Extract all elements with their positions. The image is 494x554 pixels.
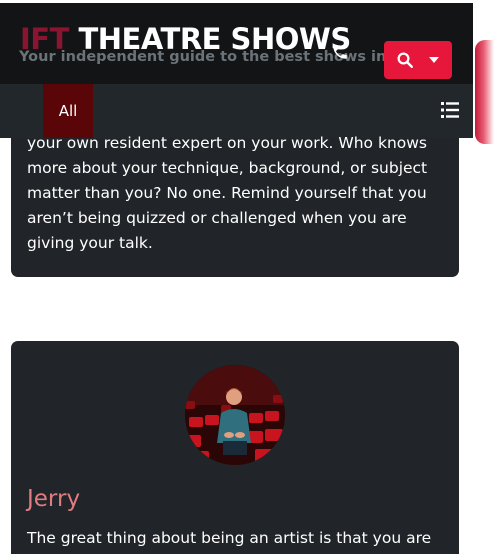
- site-tagline: Your independent guide to the best shows…: [19, 49, 417, 65]
- search-icon: [397, 52, 413, 68]
- author-name: Jerry: [27, 486, 81, 512]
- avatar: [185, 365, 285, 465]
- testimonial-text: your own resident expert on your work. W…: [27, 134, 428, 252]
- nav-item-all[interactable]: All: [43, 84, 93, 138]
- testimonial-card: your own resident expert on your work. W…: [11, 134, 459, 277]
- list-icon[interactable]: [441, 102, 459, 118]
- site-header: IFT THEATRE SHOWS Your independent guide…: [0, 3, 473, 84]
- side-accent-tab[interactable]: [475, 40, 494, 144]
- phone-icon[interactable]: [331, 43, 349, 61]
- search-button[interactable]: [384, 41, 452, 79]
- testimonial-card: Jerry The great thing about being an art…: [11, 341, 459, 554]
- testimonial-text: The great thing about being an artist is…: [27, 529, 432, 547]
- caret-down-icon: [429, 57, 439, 63]
- avatar-photo: [185, 365, 285, 465]
- category-nav: All: [0, 84, 473, 138]
